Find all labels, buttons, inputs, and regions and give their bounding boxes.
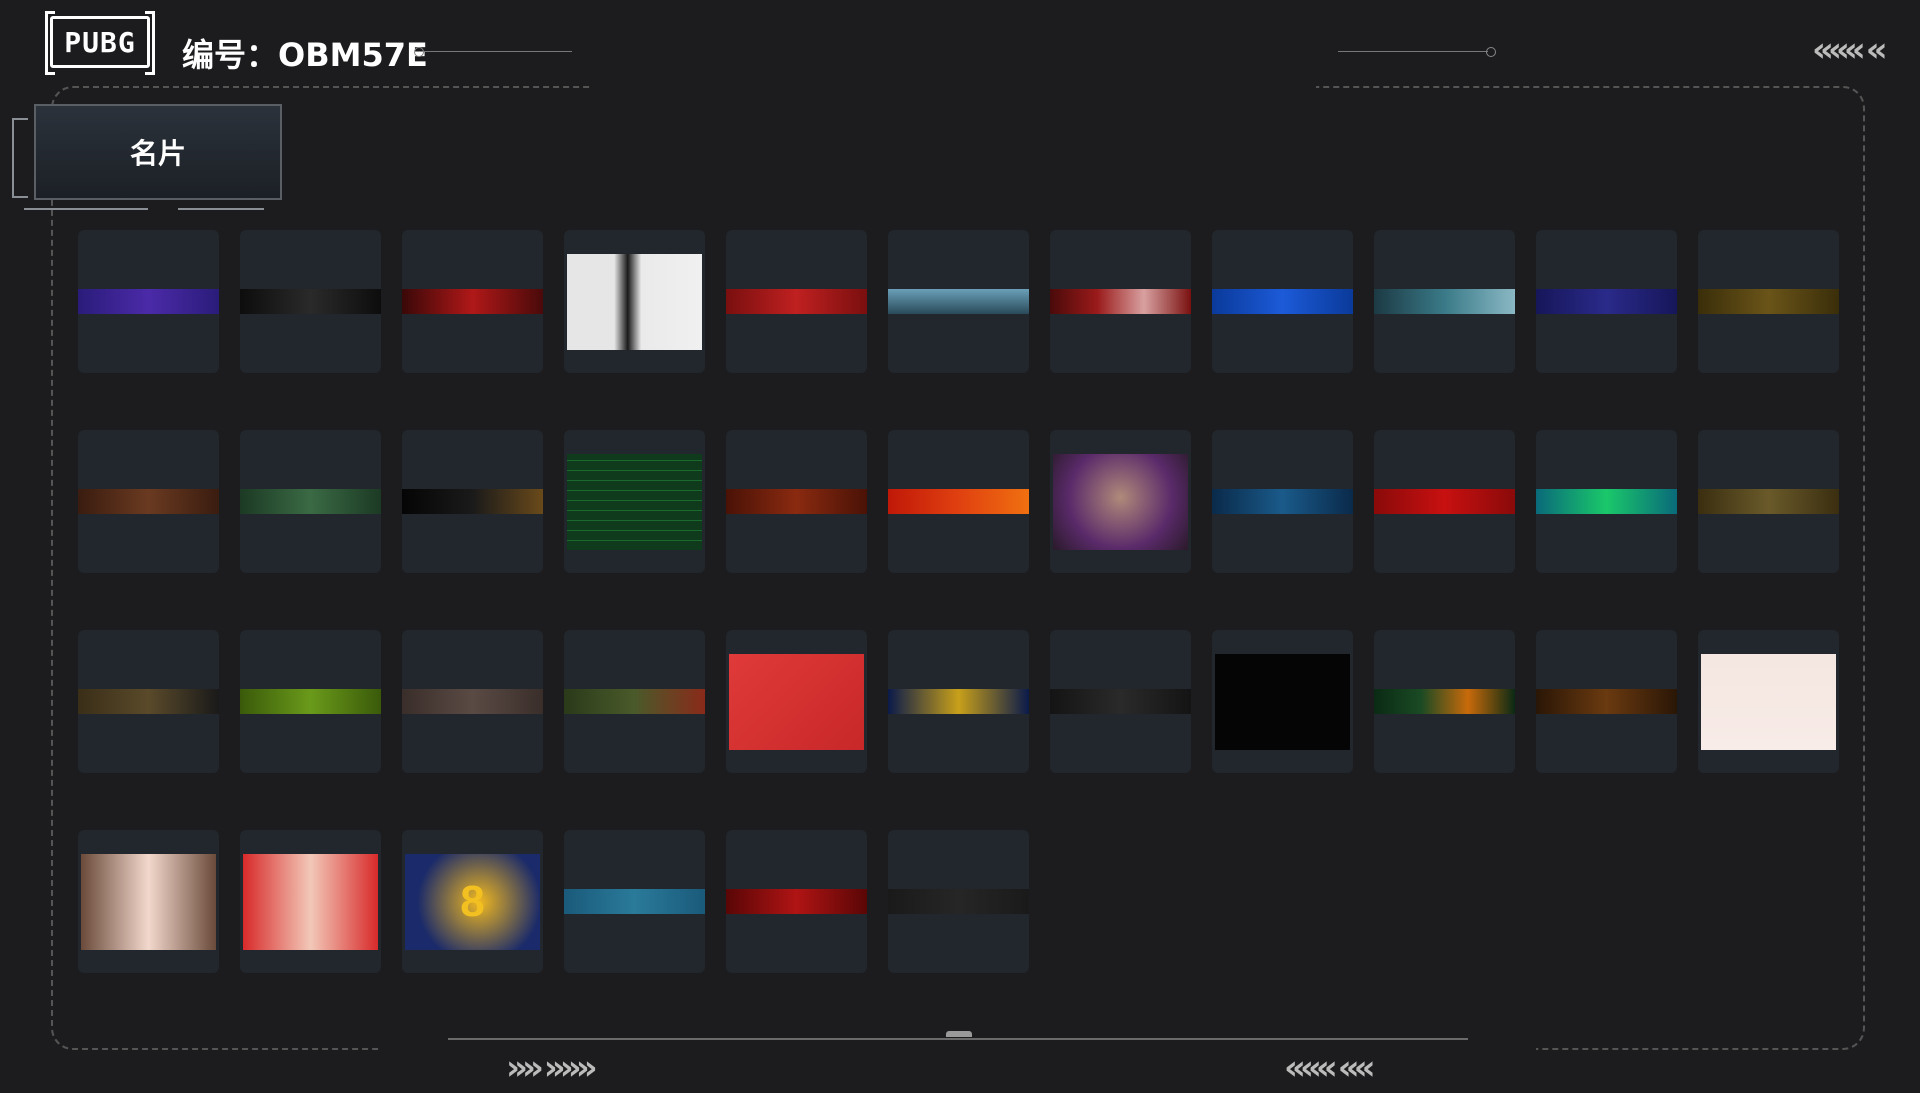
card-banner <box>1536 289 1677 314</box>
card-banner <box>240 489 381 514</box>
card-item[interactable] <box>1698 630 1839 773</box>
card-banner <box>402 689 543 714</box>
card-item[interactable] <box>564 830 705 973</box>
card-item[interactable] <box>402 630 543 773</box>
card-item[interactable] <box>78 230 219 373</box>
card-item[interactable] <box>1212 230 1353 373</box>
card-banner <box>1374 289 1515 314</box>
tab-corner-tl <box>12 118 28 198</box>
card-banner <box>1698 289 1839 314</box>
card-item[interactable] <box>78 430 219 573</box>
tab-card-name[interactable]: 名片 <box>34 104 282 200</box>
card-thumbnail <box>81 854 216 950</box>
card-banner <box>78 689 219 714</box>
card-banner <box>240 289 381 314</box>
scroll-track[interactable] <box>448 1038 1468 1040</box>
card-banner <box>726 289 867 314</box>
card-item[interactable] <box>1536 630 1677 773</box>
card-banner <box>1698 489 1839 514</box>
card-item[interactable] <box>564 230 705 373</box>
card-grid: 8 <box>78 230 1840 973</box>
card-item[interactable] <box>564 630 705 773</box>
card-banner <box>78 289 219 314</box>
card-item[interactable] <box>402 230 543 373</box>
card-thumbnail <box>1053 454 1188 550</box>
card-item[interactable] <box>78 630 219 773</box>
card-item[interactable] <box>240 230 381 373</box>
deco-line-right <box>1338 51 1488 52</box>
chevrons-top-right-icon: ««« « <box>1812 30 1888 70</box>
card-banner <box>1050 689 1191 714</box>
card-item[interactable] <box>888 230 1029 373</box>
card-banner <box>888 889 1029 914</box>
card-item[interactable] <box>726 430 867 573</box>
card-thumbnail <box>243 854 378 950</box>
card-item[interactable] <box>726 830 867 973</box>
card-item[interactable] <box>1050 430 1191 573</box>
card-item[interactable] <box>402 430 543 573</box>
scroll-handle[interactable] <box>946 1031 972 1037</box>
card-banner <box>1212 489 1353 514</box>
card-item[interactable] <box>1698 230 1839 373</box>
chevrons-bottom-right-icon: ««« «« <box>1284 1048 1376 1088</box>
card-thumbnail: 8 <box>405 854 540 950</box>
card-banner <box>240 689 381 714</box>
card-thumbnail <box>1215 654 1350 750</box>
card-banner <box>78 489 219 514</box>
card-banner <box>1374 689 1515 714</box>
card-item[interactable] <box>1536 430 1677 573</box>
card-item[interactable] <box>1212 430 1353 573</box>
card-banner <box>1050 289 1191 314</box>
card-item[interactable] <box>888 630 1029 773</box>
card-item[interactable] <box>726 230 867 373</box>
id-label: 编号：OBM57E <box>182 36 428 74</box>
deco-dot-left <box>414 47 424 57</box>
card-item[interactable] <box>1536 230 1677 373</box>
pubg-logo: PUBG <box>45 11 155 75</box>
card-item[interactable]: 8 <box>402 830 543 973</box>
card-item[interactable] <box>240 630 381 773</box>
card-banner <box>726 489 867 514</box>
card-thumbnail <box>729 654 864 750</box>
card-banner <box>1536 489 1677 514</box>
card-banner <box>402 489 543 514</box>
card-banner <box>726 889 867 914</box>
card-item[interactable] <box>1698 430 1839 573</box>
card-item[interactable] <box>726 630 867 773</box>
card-item[interactable] <box>1374 430 1515 573</box>
card-banner <box>1536 689 1677 714</box>
card-item[interactable] <box>888 830 1029 973</box>
deco-dot-right <box>1486 47 1496 57</box>
card-banner <box>888 289 1029 314</box>
card-banner <box>564 689 705 714</box>
card-item[interactable] <box>1374 230 1515 373</box>
card-item[interactable] <box>240 430 381 573</box>
card-item[interactable] <box>888 430 1029 573</box>
card-thumbnail <box>567 454 702 550</box>
card-thumbnail <box>567 254 702 350</box>
card-item[interactable] <box>78 830 219 973</box>
card-item[interactable] <box>1050 230 1191 373</box>
card-banner <box>402 289 543 314</box>
card-item[interactable] <box>564 430 705 573</box>
chevrons-bottom-left-icon: »» »»» <box>506 1048 598 1088</box>
frame-gap-top <box>592 80 1316 92</box>
card-item[interactable] <box>240 830 381 973</box>
card-item[interactable] <box>1212 630 1353 773</box>
card-banner <box>888 689 1029 714</box>
card-banner <box>564 889 705 914</box>
card-banner <box>1212 289 1353 314</box>
card-item[interactable] <box>1050 630 1191 773</box>
card-banner <box>1374 489 1515 514</box>
card-banner <box>888 489 1029 514</box>
card-item[interactable] <box>1374 630 1515 773</box>
card-thumbnail <box>1701 654 1836 750</box>
deco-line-left <box>424 51 572 52</box>
